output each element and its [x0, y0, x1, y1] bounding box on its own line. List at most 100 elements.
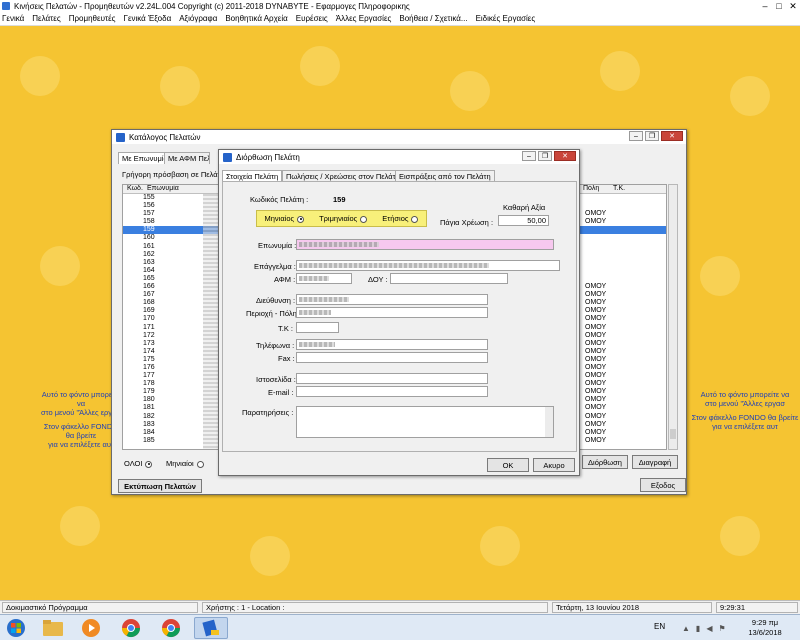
fax-label: Fax :: [278, 354, 295, 363]
dialog-minimize-icon[interactable]: –: [522, 151, 536, 161]
taskbar-chrome-2[interactable]: [154, 617, 188, 639]
email-field[interactable]: [296, 386, 488, 397]
col-tk-header[interactable]: Τ.Κ.: [613, 185, 625, 192]
name-field[interactable]: [296, 239, 554, 250]
filter-all-radio[interactable]: [145, 460, 153, 468]
period-yearly-option[interactable]: Ετήσιος: [382, 214, 419, 223]
delete-button[interactable]: Διαγραφή: [632, 455, 678, 469]
row-code: 176: [143, 363, 155, 371]
filter-monthly-label[interactable]: Μηνιαίοι: [166, 459, 204, 468]
doy-label: ΔΟΥ :: [368, 275, 388, 284]
menu-suppliers[interactable]: Προμηθευτές: [69, 14, 116, 23]
customer-details-panel: Κωδικός Πελάτη : 159 Καθαρή Αξία Πάγια Χ…: [222, 181, 577, 452]
dialog-restore-icon[interactable]: ❐: [538, 151, 552, 161]
taskbar-media-player[interactable]: [74, 617, 108, 639]
row-code: 155: [143, 194, 155, 201]
app-icon: [2, 2, 10, 10]
chrome-icon: [122, 619, 140, 638]
menu-special-tasks[interactable]: Ειδικές Εργασίες: [476, 14, 536, 23]
col-code-header[interactable]: Κωδ.: [127, 185, 143, 192]
row-city: ΟΜΟΥ: [585, 210, 607, 218]
taskbar-clock[interactable]: 9:29 πμ 13/6/2018: [742, 618, 788, 638]
tray-volume-icon: ◀: [706, 624, 713, 633]
notes-field[interactable]: [296, 406, 554, 438]
row-city: ΟΜΟΥ: [585, 388, 607, 396]
ok-button[interactable]: ΟΚ: [487, 458, 529, 472]
print-customers-button[interactable]: Εκτύπωση Πελατών: [118, 479, 202, 493]
fixed-charge-field[interactable]: 50,00: [498, 215, 549, 226]
website-field[interactable]: [296, 373, 488, 384]
row-city: ΟΜΟΥ: [585, 412, 607, 420]
minimize-icon[interactable]: –: [758, 1, 772, 11]
menu-general-expenses[interactable]: Γενικά Έξοδα: [124, 14, 172, 23]
row-code: 161: [143, 242, 155, 250]
row-code: 171: [143, 323, 155, 331]
catalog-window-icon: [116, 132, 125, 142]
profession-field[interactable]: [296, 260, 560, 271]
list-scrollbar[interactable]: [668, 184, 678, 450]
row-code: 182: [143, 412, 155, 420]
menu-auxiliary-files[interactable]: Βοηθητικά Αρχεία: [225, 14, 287, 23]
tray-network-icon: ▮: [695, 624, 701, 633]
taskbar-chrome-1[interactable]: [114, 617, 148, 639]
maximize-icon[interactable]: □: [772, 1, 786, 11]
edit-dialog-titlebar: Διόρθωση Πελάτη – ❐ ✕: [219, 150, 579, 164]
row-code: 173: [143, 339, 155, 347]
period-monthly-radio[interactable]: [297, 215, 305, 223]
row-city: ΟΜΟΥ: [585, 396, 607, 404]
dialog-close-icon[interactable]: ✕: [554, 151, 576, 161]
period-yearly-radio[interactable]: [411, 215, 419, 223]
menu-cheques[interactable]: Αξιόγραφα: [179, 14, 217, 23]
row-code: 167: [143, 291, 155, 299]
menu-searches[interactable]: Ευρέσεις: [296, 14, 328, 23]
exit-button[interactable]: Εξοδος: [640, 478, 686, 492]
taskbar-active-app[interactable]: [194, 617, 228, 639]
col-name-header[interactable]: Επωνυμία: [147, 185, 179, 192]
keyboard-language[interactable]: EN: [654, 622, 665, 631]
period-quarterly-radio[interactable]: [360, 215, 368, 223]
row-code: 157: [143, 210, 155, 218]
close-icon[interactable]: ✕: [786, 1, 800, 11]
filter-monthly-radio[interactable]: [196, 460, 204, 468]
menu-bar: Γενικά Πελάτες Προμηθευτές Γενικά Έξοδα …: [0, 12, 800, 26]
row-code: 160: [143, 234, 155, 242]
doy-field[interactable]: [390, 273, 508, 284]
email-label: E-mail :: [268, 388, 294, 397]
col-city-header[interactable]: Πόλη: [583, 185, 599, 192]
tray-icons[interactable]: ▲ ▮ ◀ ⚑: [682, 624, 726, 633]
edit-button[interactable]: Διόρθωση: [582, 455, 628, 469]
row-code: 170: [143, 315, 155, 323]
row-code: 158: [143, 218, 155, 226]
menu-general[interactable]: Γενικά: [2, 14, 24, 23]
phones-field[interactable]: [296, 339, 488, 350]
tray-arrow-icon: ▲: [682, 624, 690, 633]
catalog-close-icon[interactable]: ✕: [661, 131, 683, 141]
start-button[interactable]: [2, 617, 30, 639]
afm-field[interactable]: [296, 273, 352, 284]
notes-scrollbar[interactable]: [545, 407, 553, 437]
postal-code-field[interactable]: [296, 322, 339, 333]
taskbar-explorer[interactable]: [36, 617, 70, 639]
row-city: ΟΜΟΥ: [585, 363, 607, 371]
app-titlebar: Κινήσεις Πελατών - Προμηθευτών v2.24L.00…: [0, 0, 800, 12]
catalog-titlebar: Κατάλογος Πελατών – ❐ ✕: [112, 130, 686, 144]
fax-field[interactable]: [296, 352, 488, 363]
row-code: 165: [143, 274, 155, 282]
edit-dialog-title: Διόρθωση Πελάτη: [236, 152, 300, 162]
row-code: 183: [143, 420, 155, 428]
row-city: ΟΜΟΥ: [585, 331, 607, 339]
filter-all-label[interactable]: ΟΛΟΙ: [124, 459, 153, 468]
catalog-restore-icon[interactable]: ❐: [645, 131, 659, 141]
tab-by-afm[interactable]: Με ΑΦΜ Πελάτ: [164, 152, 210, 164]
row-city: ΟΜΟΥ: [585, 355, 607, 363]
catalog-minimize-icon[interactable]: –: [629, 131, 643, 141]
menu-other-tasks[interactable]: Άλλες Εργασίες: [336, 14, 392, 23]
address-field[interactable]: [296, 294, 488, 305]
cancel-button[interactable]: Ακυρο: [533, 458, 575, 472]
menu-customers[interactable]: Πελάτες: [32, 14, 60, 23]
area-city-field[interactable]: [296, 307, 488, 318]
menu-help[interactable]: Βοήθεια / Σχετικά...: [399, 14, 467, 23]
app-title: Κινήσεις Πελατών - Προμηθευτών v2.24L.00…: [14, 1, 410, 11]
period-quarterly-option[interactable]: Τριμηνιαίος: [319, 214, 368, 223]
period-monthly-option[interactable]: Μηνιαίος: [264, 214, 305, 223]
